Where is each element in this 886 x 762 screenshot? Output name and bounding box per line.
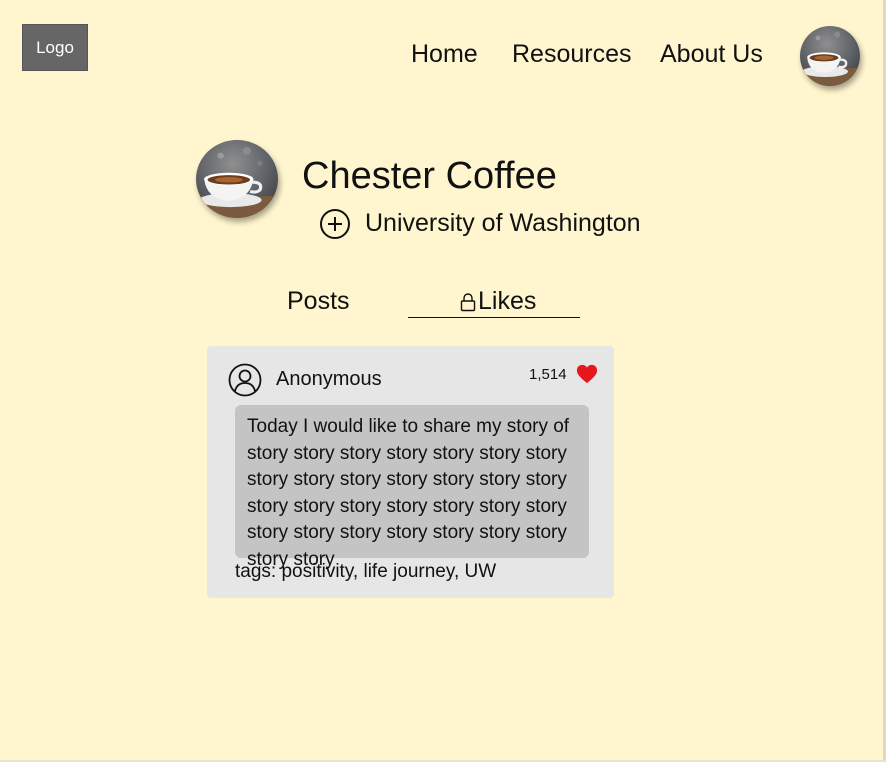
like-count: 1,514: [529, 366, 567, 383]
user-icon: [228, 363, 262, 397]
nav-home-link[interactable]: Home: [411, 40, 478, 69]
nav-resources-link[interactable]: Resources: [512, 40, 632, 69]
post-body: Today I would like to share my story of …: [235, 405, 589, 570]
post-tags: tags: positivity, life journey, UW: [235, 561, 497, 582]
post-author: Anonymous: [276, 368, 382, 390]
heart-icon[interactable]: [576, 363, 598, 385]
add-circle-icon[interactable]: [319, 208, 351, 240]
lock-icon: [460, 293, 476, 312]
post-card: Anonymous 1,514 Today I would like to sh…: [207, 346, 614, 598]
tab-likes-label: Likes: [478, 287, 537, 315]
profile-name: Chester Coffee: [302, 155, 557, 197]
nav-bar: Home Resources About Us: [0, 40, 886, 74]
profile-avatar: [196, 140, 278, 218]
coffee-cup-icon: [800, 26, 860, 86]
tab-likes[interactable]: Likes: [408, 287, 580, 318]
nav-about-link[interactable]: About Us: [660, 40, 763, 69]
coffee-cup-icon: [196, 140, 278, 218]
profile-school: University of Washington: [365, 209, 641, 237]
nav-avatar[interactable]: [800, 26, 860, 86]
tab-posts[interactable]: Posts: [287, 287, 350, 316]
